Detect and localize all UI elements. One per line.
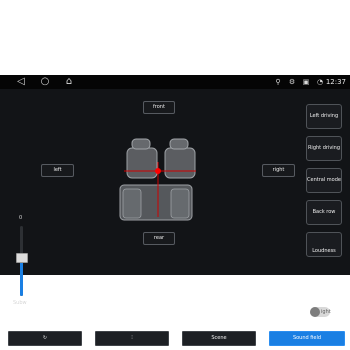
- reset-icon: ↻: [42, 335, 48, 341]
- scene-tab[interactable]: Scene: [182, 331, 256, 346]
- front-left-headrest: [131, 138, 151, 150]
- seat-layout: [119, 138, 196, 221]
- home-icon[interactable]: ○: [38, 76, 52, 88]
- loudness-toggle-knob: [310, 307, 320, 317]
- status-bar: ◁ ○ ⌂ ⚲ ⚙ ▣ ◔ 12:37: [0, 75, 350, 89]
- location-icon: ⚲: [275, 78, 281, 86]
- screen: ◁ ○ ⌂ ⚲ ⚙ ▣ ◔ 12:37 front rear left righ…: [0, 75, 350, 346]
- usb-icon: ▣: [302, 78, 310, 86]
- equalizer-icon: ⫶: [131, 335, 133, 341]
- reset-tab[interactable]: ↻: [8, 331, 82, 346]
- rear-left-cushion: [122, 188, 142, 219]
- settings-icon: ⚙: [288, 78, 296, 86]
- front-right-headrest: [169, 138, 189, 150]
- recent-apps-icon[interactable]: ⌂: [62, 76, 76, 88]
- front-left-seat: [126, 147, 158, 179]
- back-icon[interactable]: ◁: [14, 76, 28, 88]
- sound-field-tab[interactable]: Sound field: [269, 331, 345, 346]
- slider-label: Subw: [13, 300, 27, 306]
- target-dot[interactable]: [155, 168, 161, 174]
- sound-field-panel: front rear left right 0 Subw Left drivin…: [0, 89, 350, 317]
- front-right-seat: [164, 147, 196, 179]
- loudness-toggle-label: ight: [321, 309, 331, 315]
- status-time: 12:37: [325, 78, 346, 86]
- wifi-icon: ◔: [316, 78, 324, 86]
- equalizer-tab[interactable]: ⫶: [95, 331, 169, 346]
- rear-right-cushion: [170, 188, 190, 219]
